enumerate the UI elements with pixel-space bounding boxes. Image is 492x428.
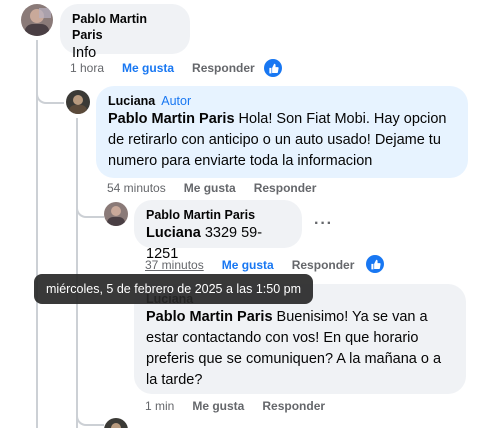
reply-button[interactable]: Responder [254,181,317,195]
mention-link[interactable]: Luciana [146,225,201,241]
like-reaction-icon[interactable] [264,59,282,77]
comment-time[interactable]: 1 hora [70,61,104,75]
mention-link[interactable]: Pablo Martin Paris [146,309,273,325]
like-button[interactable]: Me gusta [192,399,244,413]
comment-bubble: Pablo Martin Paris Luciana 3329 59-1251 [134,200,302,262]
author-badge: Autor [161,94,192,108]
avatar[interactable] [104,418,128,428]
like-button[interactable]: Me gusta [122,61,174,75]
like-reaction-icon[interactable] [366,255,384,273]
more-options-icon[interactable]: ··· [314,215,333,233]
comment-actions: 1 hora Me gusta Responder [70,61,273,75]
comment-actions: 1 min Me gusta Responder [145,399,343,413]
comment-bubble: Pablo Martin Paris Info [60,4,190,61]
comment-text: Pablo Martin Paris Buenisimo! Ya se van … [146,307,454,391]
comment-author[interactable]: Pablo Martin Paris [146,207,290,223]
comment-time[interactable]: 1 min [145,399,174,413]
avatar[interactable] [21,4,53,36]
thread-curve-3 [76,404,104,426]
comment-time[interactable]: 37 minutos [145,258,204,272]
avatar[interactable] [104,202,128,226]
comment-actions: 37 minutos Me gusta Responder [145,258,372,272]
like-button[interactable]: Me gusta [222,258,274,272]
comment-header: Luciana Autor [108,93,456,109]
timestamp-tooltip: miércoles, 5 de febrero de 2025 a las 1:… [34,274,314,304]
comment-time[interactable]: 54 minutos [107,181,166,195]
mention-link[interactable]: Pablo Martin Paris [108,111,235,127]
thread-line-reply [76,118,78,428]
comment-actions: 54 minutos Me gusta Responder [107,181,334,195]
comment-author[interactable]: Pablo Martin Paris [72,11,178,43]
comment-author[interactable]: Luciana [108,94,155,108]
reply-button[interactable]: Responder [262,399,325,413]
like-button[interactable]: Me gusta [184,181,236,195]
thread-curve-2 [76,198,104,218]
comment-bubble: Luciana Autor Pablo Martin Paris Hola! So… [96,86,468,178]
comment-text: Pablo Martin Paris Hola! Son Fiat Mobi. … [108,109,456,172]
reply-button[interactable]: Responder [292,258,355,272]
reply-button[interactable]: Responder [192,61,255,75]
thread-curve-1 [36,84,64,104]
avatar[interactable] [66,90,90,114]
